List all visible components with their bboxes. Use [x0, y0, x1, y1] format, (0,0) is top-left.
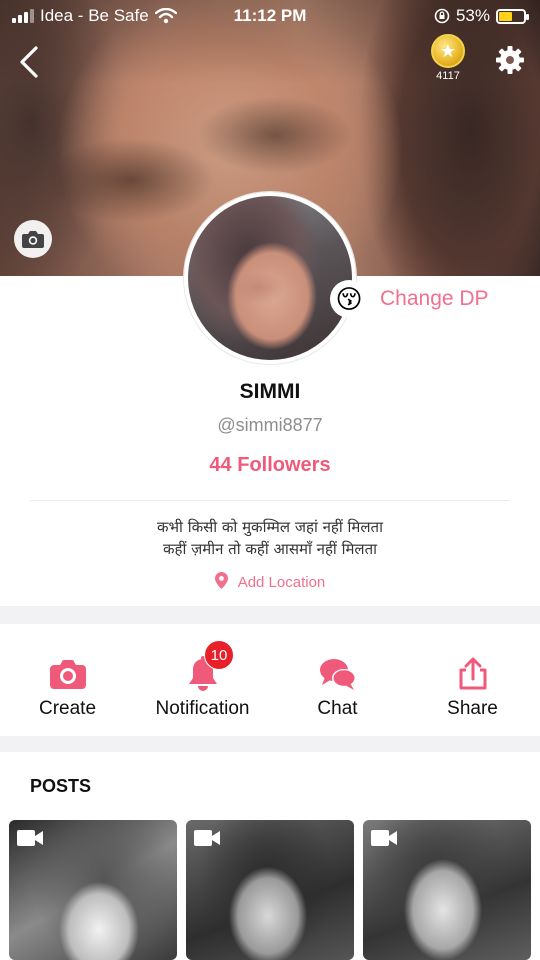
status-bar: Idea - Be Safe 11:12 PM 53% — [0, 0, 540, 32]
profile-avatar[interactable] — [184, 192, 356, 364]
chat-bubbles-icon — [319, 659, 356, 690]
notification-label: Notification — [155, 698, 250, 719]
post-thumbnail[interactable] — [363, 820, 531, 960]
post-thumbnail[interactable] — [186, 820, 354, 960]
notification-badge: 10 — [204, 640, 234, 670]
video-icon — [371, 830, 397, 846]
settings-button[interactable] — [494, 44, 526, 76]
profile-bio: कभी किसी को मुकम्मिल जहां नहीं मिलता कही… — [0, 516, 540, 560]
back-button[interactable] — [14, 44, 44, 80]
location-pin-icon — [214, 572, 228, 589]
video-icon — [17, 830, 43, 846]
battery-status: 53% — [434, 6, 529, 26]
add-location-label: Add Location — [237, 574, 326, 591]
change-dp-link[interactable]: Change DP — [380, 287, 489, 311]
notification-button[interactable]: Notification — [135, 624, 270, 736]
create-label: Create — [38, 698, 97, 719]
coin-count: 4117 — [436, 70, 460, 82]
coins-button[interactable]: ★ 4117 — [428, 34, 468, 82]
share-icon — [459, 657, 486, 690]
chat-label: Chat — [317, 698, 358, 719]
battery-icon — [496, 8, 529, 24]
video-icon — [194, 830, 220, 846]
followers-count[interactable]: 44 Followers — [0, 454, 540, 477]
orientation-lock-icon — [434, 8, 450, 24]
camera-icon — [22, 231, 44, 248]
change-cover-button[interactable] — [14, 220, 52, 258]
posts-section: POSTS — [0, 752, 540, 960]
bio-line: कभी किसी को मुकम्मिल जहां नहीं मिलता — [156, 518, 383, 536]
posts-title: POSTS — [30, 776, 92, 796]
action-bar: Create Notification Chat Share — [0, 624, 540, 736]
divider — [30, 500, 510, 501]
share-button[interactable]: Share — [405, 624, 540, 736]
chat-button[interactable]: Chat — [270, 624, 405, 736]
profile-handle: @simmi8877 — [217, 415, 323, 435]
share-label: Share — [447, 698, 498, 719]
camera-icon — [49, 660, 86, 689]
coin-icon: ★ — [431, 34, 465, 68]
profile-name: SIMMI — [239, 380, 301, 403]
create-button[interactable]: Create — [0, 624, 135, 736]
battery-percent: 53% — [455, 6, 490, 25]
post-thumbnail[interactable] — [9, 820, 177, 960]
bio-line: कहीं ज़मीन तो कहीं आसमाँ नहीं मिलता — [162, 540, 378, 558]
add-location-link[interactable]: Add Location — [0, 572, 540, 591]
emoji-badge: 😚 — [330, 280, 368, 318]
